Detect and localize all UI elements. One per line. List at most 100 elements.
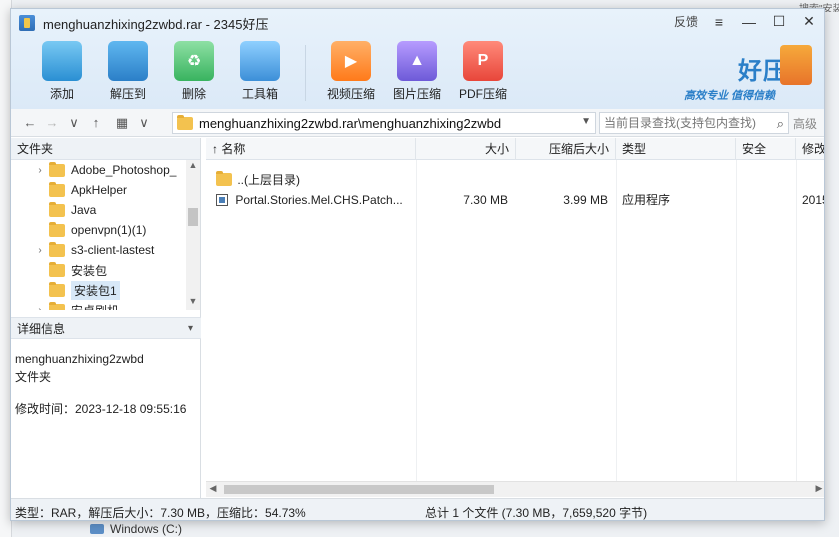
folder-icon [177, 114, 193, 130]
scroll-up-icon[interactable]: ▲ [186, 160, 200, 170]
title-bar[interactable]: menghuanzhixing2zwbd.rar - 2345好压 反馈 ≡ —… [11, 9, 824, 37]
search-input[interactable] [604, 116, 768, 130]
scroll-thumb[interactable] [188, 208, 198, 226]
tree-item[interactable]: Java [11, 200, 201, 220]
scroll-down-icon[interactable]: ▼ [186, 296, 200, 306]
scroll-thumb[interactable] [224, 485, 494, 494]
detail-modified: 修改时间：2023-12-18 09:55:16 [15, 402, 187, 416]
folders-header: 文件夹 [11, 138, 200, 160]
tree-item-selected[interactable]: 安装包1 [11, 280, 201, 300]
folder-icon [49, 181, 65, 197]
tree-item-label: 安装包 [71, 263, 108, 278]
row-name: ..(上层目录) [237, 173, 301, 187]
advanced-search-link[interactable]: 高级 [793, 115, 817, 132]
pdf-document-icon: P [463, 41, 503, 81]
video-compress-button[interactable]: ▶ 视频压缩 [318, 39, 384, 107]
column-security[interactable]: 安全 [736, 138, 796, 160]
background-drive-item[interactable]: Windows (C:) [60, 521, 260, 537]
delete-button[interactable]: ♻ 删除 [161, 39, 227, 107]
window-title: menghuanzhixing2zwbd.rar - 2345好压 [43, 16, 269, 32]
column-packed-size[interactable]: 压缩后大小 [516, 138, 616, 160]
pdf-compress-button[interactable]: P PDF压缩 [450, 39, 516, 107]
archive-box-icon [780, 45, 812, 85]
tree-item[interactable]: › 安卓刷机 [11, 300, 201, 310]
minimize-button[interactable]: — [740, 14, 758, 30]
folder-icon [49, 261, 65, 277]
drive-icon [90, 524, 104, 534]
maximize-button[interactable]: ☐ [770, 13, 788, 30]
back-button[interactable]: ← [19, 115, 41, 130]
toolbox-icon [240, 41, 280, 81]
column-headers: ↑ 名称 大小 压缩后大小 类型 安全 修改时 [206, 138, 824, 160]
row-size: 7.30 MB [463, 193, 508, 207]
image-compress-button[interactable]: ▲ 图片压缩 [384, 39, 450, 107]
expand-arrow-icon[interactable]: › [31, 165, 49, 176]
header: menghuanzhixing2zwbd.rar - 2345好压 反馈 ≡ —… [11, 9, 824, 109]
folder-icon [49, 281, 65, 297]
chevron-down-icon[interactable]: ▼ [581, 116, 591, 127]
add-button[interactable]: 添加 [29, 39, 95, 107]
address-bar: ← → ∨ ↑ ▦ ∨ menghuanzhixing2zwbd.rar\men… [11, 109, 824, 137]
folder-tree-scrollbar[interactable]: ▲ ▼ [186, 160, 200, 310]
pdf-compress-label: PDF压缩 [458, 87, 507, 101]
status-bar: 类型：RAR，解压后大小：7.30 MB，压缩比：54.73% 总计 1 个文件… [11, 498, 824, 520]
delete-label: 删除 [181, 87, 206, 101]
extract-archive-icon [108, 41, 148, 81]
history-dropdown[interactable]: ∨ [63, 115, 85, 131]
tree-item[interactable]: 安装包 [11, 260, 201, 280]
path-field[interactable]: menghuanzhixing2zwbd.rar\menghuanzhixing… [172, 112, 596, 134]
extract-label: 解压到 [109, 87, 146, 101]
search-icon[interactable]: ⌕ [777, 116, 784, 132]
feedback-link[interactable]: 反馈 [674, 13, 698, 30]
folder-icon [49, 241, 65, 257]
caret-down-icon[interactable]: ▾ [188, 318, 193, 340]
detail-type: 文件夹 [15, 370, 52, 384]
add-label: 添加 [49, 87, 74, 101]
extract-button[interactable]: 解压到 [95, 39, 161, 107]
tree-item-label: Java [71, 203, 97, 217]
folder-icon [216, 171, 232, 186]
up-folder-button[interactable]: ↑ [85, 115, 107, 130]
expand-arrow-icon[interactable]: › [31, 245, 49, 256]
menu-icon[interactable]: ≡ [710, 14, 728, 30]
view-mode-dropdown[interactable]: ∨ [133, 115, 155, 131]
tree-item-label: ApkHelper [71, 183, 128, 197]
column-type[interactable]: 类型 [616, 138, 736, 160]
details-body: menghuanzhixing2zwbd 文件夹 修改时间：2023-12-18… [15, 350, 186, 418]
toolbox-label: 工具箱 [241, 87, 278, 101]
tree-item[interactable]: ApkHelper [11, 180, 201, 200]
tree-item[interactable]: › Adobe_Photoshop_ [11, 160, 201, 180]
folder-icon [49, 301, 65, 310]
column-name[interactable]: ↑ 名称 [206, 138, 416, 160]
brand-slogan: 高效专业 值得信赖 [684, 90, 776, 102]
scroll-left-icon[interactable]: ◀ [206, 483, 220, 494]
tree-item[interactable]: › s3-client-lastest [11, 240, 201, 260]
table-row[interactable]: Portal.Stories.Mel.CHS.Patch... 7.30 MB … [206, 190, 824, 210]
brand-logo: 好压 高效专业 值得信赖 [684, 45, 814, 107]
table-row[interactable]: ..(上层目录) [206, 170, 824, 190]
tree-item[interactable]: openvpn(1)(1) [11, 220, 201, 240]
file-list-hscrollbar[interactable]: ◀ ▶ [206, 481, 824, 497]
details-header[interactable]: 详细信息 ▾ [11, 317, 201, 339]
expand-arrow-icon[interactable]: › [31, 305, 49, 311]
search-box: ⌕ [599, 112, 789, 134]
row-name-cell: ..(上层目录) [210, 170, 416, 190]
column-modified[interactable]: 修改时 [796, 138, 824, 160]
tree-item-label: Adobe_Photoshop_ [71, 163, 177, 177]
scroll-right-icon[interactable]: ▶ [812, 483, 824, 494]
forward-button[interactable]: → [41, 115, 63, 130]
close-button[interactable]: ✕ [800, 13, 818, 30]
folder-tree: › Adobe_Photoshop_ ApkHelper Java openvpn… [11, 160, 201, 310]
image-compress-label: 图片压缩 [392, 87, 441, 101]
toolbox-button[interactable]: 工具箱 [227, 39, 293, 107]
video-compress-label: 视频压缩 [326, 87, 375, 101]
folder-icon [49, 201, 65, 217]
row-type: 应用程序 [622, 193, 671, 207]
row-name: Portal.Stories.Mel.CHS.Patch... [235, 193, 403, 207]
row-modified: 2015- [802, 193, 824, 207]
app-icon [19, 15, 35, 31]
column-size[interactable]: 大小 [416, 138, 516, 160]
tree-item-label: s3-client-lastest [71, 243, 155, 257]
view-mode-icon[interactable]: ▦ [111, 115, 133, 131]
toolbar-divider [305, 45, 306, 101]
